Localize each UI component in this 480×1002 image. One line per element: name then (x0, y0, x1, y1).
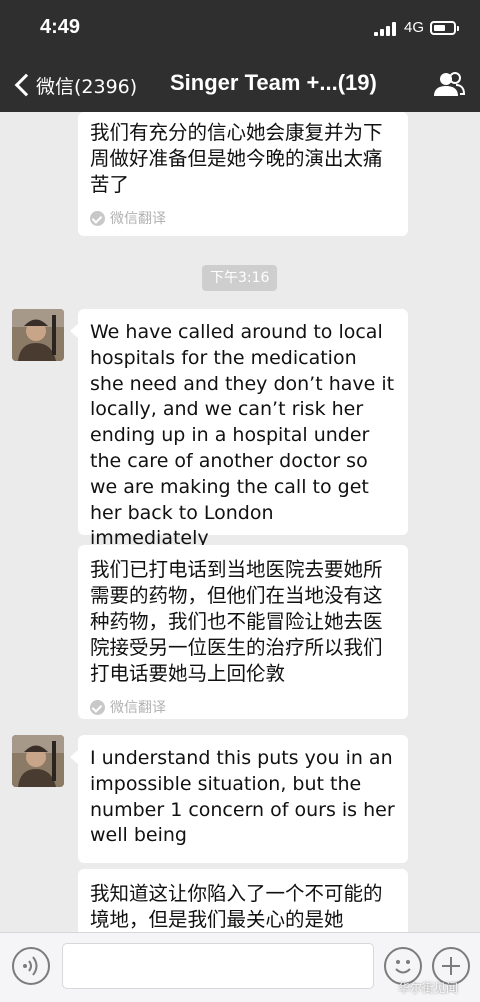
avatar-image (12, 735, 64, 787)
translation-label-text: 微信翻译 (110, 700, 166, 716)
message-text: We have called around to local hospitals… (90, 321, 395, 550)
translation-label: 微信翻译 (90, 208, 396, 228)
avatar[interactable] (12, 309, 64, 361)
translation-label: 微信翻译 (90, 697, 396, 717)
avatar[interactable] (12, 735, 64, 787)
voice-input-button[interactable] (12, 947, 50, 985)
message-text: 我知道这让你陷入了一个不可能的境地，但是我们最关心的是她 (90, 882, 383, 931)
chat-header: 微信(2396) Singer Team +...(19) (0, 58, 480, 112)
cell-signal-icon (374, 22, 398, 36)
status-bar: 4:49 4G (0, 0, 480, 58)
status-time: 4:49 (40, 16, 81, 38)
network-type: 4G (404, 19, 425, 36)
avatar-image (12, 309, 64, 361)
message-input[interactable] (62, 943, 374, 989)
group-members-icon (434, 72, 466, 96)
input-bar: 华尔街见闻 (0, 932, 480, 1002)
group-members-button[interactable] (432, 70, 466, 100)
check-circle-icon (90, 210, 105, 226)
watermark: 华尔街见闻 (398, 981, 459, 995)
chat-title: Singer Team +...(19) (170, 70, 377, 95)
battery-icon (430, 21, 459, 35)
message-bubble[interactable]: I understand this puts you in an impossi… (70, 735, 408, 863)
back-label: 微信(2396) (36, 75, 138, 98)
message-bubble[interactable]: 我们已打电话到当地医院去要她所需要的药物，但他们在当地没有这种药物，我们也不能冒… (78, 545, 408, 719)
message-text: I understand this puts you in an impossi… (90, 747, 395, 847)
message-list[interactable]: 我们有充分的信心她会康复并为下周做好准备但是她今晚的演出太痛苦了 微信翻译 下午… (0, 112, 480, 932)
emoji-icon (395, 960, 411, 974)
plus-icon (442, 957, 460, 975)
chevron-left-icon (14, 73, 38, 97)
message-text: 我们已打电话到当地医院去要她所需要的药物，但他们在当地没有这种药物，我们也不能冒… (90, 558, 383, 685)
check-circle-icon (90, 699, 105, 715)
message-bubble[interactable]: 我知道这让你陷入了一个不可能的境地，但是我们最关心的是她 (78, 869, 408, 932)
voice-input-icon (23, 956, 38, 976)
translation-label-text: 微信翻译 (110, 211, 166, 227)
back-button[interactable]: 微信(2396) (10, 70, 137, 100)
time-divider: 下午3:16 (202, 265, 278, 291)
message-text: 我们有充分的信心她会康复并为下周做好准备但是她今晚的演出太痛苦了 (90, 121, 383, 196)
message-bubble[interactable]: 我们有充分的信心她会康复并为下周做好准备但是她今晚的演出太痛苦了 微信翻译 (78, 112, 408, 236)
message-bubble[interactable]: We have called around to local hospitals… (70, 309, 408, 549)
